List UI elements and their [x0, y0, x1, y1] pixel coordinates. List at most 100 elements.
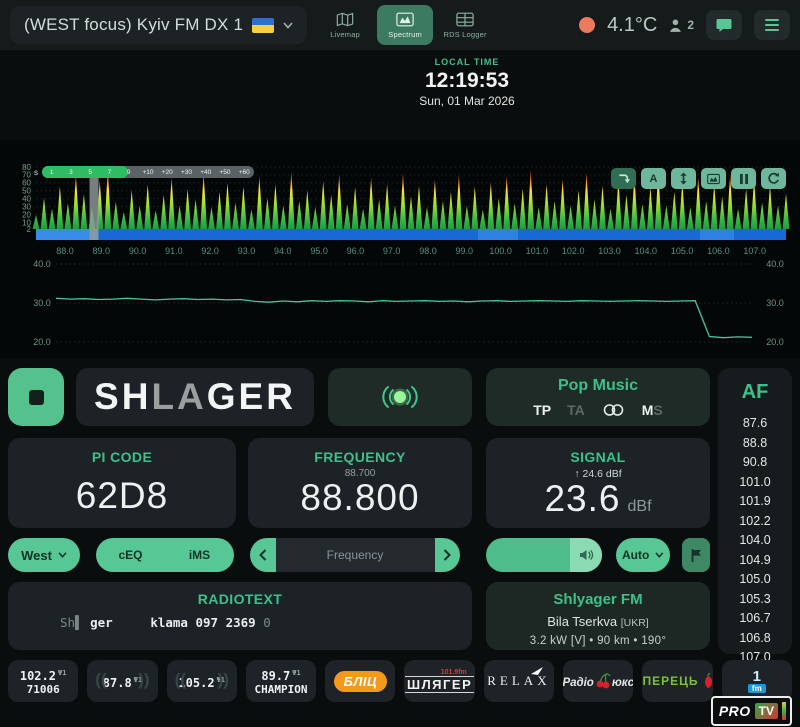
- chevron-right-icon: [444, 549, 452, 561]
- af-frequency[interactable]: 101.0: [718, 473, 792, 493]
- af-frequency[interactable]: 106.7: [718, 609, 792, 629]
- frequency-down-button[interactable]: [250, 538, 276, 572]
- pause-button[interactable]: [731, 168, 756, 189]
- nav-rds-logger[interactable]: RDS Logger: [437, 5, 493, 45]
- frequency-input[interactable]: [275, 538, 435, 572]
- broadcast-waves-icon: ((: [174, 670, 186, 690]
- top-bar: (WEST focus) Kyiv FM DX 1 Livemap Spectr…: [0, 0, 800, 50]
- table-grid-icon: [456, 12, 474, 26]
- ceq-button[interactable]: cEQ: [96, 548, 165, 562]
- mode-select[interactable]: Auto: [616, 538, 670, 572]
- preset-relax[interactable]: RELAX: [483, 660, 555, 702]
- svg-text:40.0: 40.0: [766, 259, 784, 269]
- preset-102.2[interactable]: 102.2 Ψ1 71006: [8, 660, 79, 702]
- preset-87.8[interactable]: (()) 87.8 Ψ1: [87, 660, 158, 702]
- pi-value: 62D8: [75, 475, 169, 516]
- svg-text:2: 2: [27, 225, 32, 234]
- preset-89.7[interactable]: 89.7 Ψ1 CHAMPION: [245, 660, 317, 702]
- ms-flag: MS: [641, 402, 663, 418]
- flag-icon: [691, 548, 701, 562]
- slider-tick: +20: [161, 168, 173, 176]
- slider-tick: +60: [238, 168, 250, 176]
- clock-label: LOCAL TIME: [434, 57, 500, 67]
- report-flag-button[interactable]: [682, 538, 710, 572]
- slider-tick: +10: [142, 168, 154, 176]
- slider-tick: 7: [107, 168, 112, 176]
- vertical-zoom-button[interactable]: [671, 168, 696, 189]
- signal-unit: dBf: [627, 498, 652, 515]
- slider-tick: 1: [49, 168, 54, 176]
- bird-icon: [531, 667, 544, 675]
- slider-tick: +40: [200, 168, 212, 176]
- refresh-icon: [768, 172, 780, 184]
- af-panel: AF 87.6 88.8 90.8 101.0 101.9 102.2 104.0 104.9…: [718, 368, 792, 664]
- preset-perets[interactable]: ПЕРЕЦЬ: [642, 660, 713, 702]
- slider-tick: 9: [126, 168, 131, 176]
- chevron-left-icon: [258, 549, 266, 561]
- preset-lux[interactable]: Радіо юкс: [563, 660, 634, 702]
- af-frequency[interactable]: 90.8: [718, 453, 792, 473]
- af-title: AF: [741, 381, 769, 403]
- speaker-icon: [579, 550, 593, 560]
- auto-scale-button[interactable]: A: [641, 168, 666, 189]
- server-title-selector[interactable]: (WEST focus) Kyiv FM DX 1: [10, 6, 308, 44]
- ims-button[interactable]: iMS: [165, 548, 234, 562]
- follow-tuning-button[interactable]: [611, 168, 636, 189]
- clock-time: 12:19:53: [424, 69, 510, 92]
- pepper-icon: [704, 673, 712, 688]
- menu-button[interactable]: [754, 10, 790, 40]
- antenna-select[interactable]: West: [8, 538, 80, 572]
- ukraine-flag-icon: [252, 17, 275, 33]
- arrows-vertical-icon: [680, 172, 687, 185]
- af-frequency[interactable]: 101.9: [718, 492, 792, 512]
- graph-style-button[interactable]: [701, 168, 726, 189]
- station-country: [UKR]: [620, 617, 649, 629]
- antenna-icon: Ψ1: [57, 669, 67, 677]
- preset-shlyager[interactable]: 101.9fm ШЛЯГЕР: [404, 660, 475, 702]
- af-frequency[interactable]: 105.3: [718, 590, 792, 610]
- nav-livemap[interactable]: Livemap: [317, 5, 373, 45]
- af-frequency[interactable]: 105.0: [718, 570, 792, 590]
- af-frequency[interactable]: 102.2: [718, 512, 792, 532]
- spectrum-scale-slider[interactable]: s 1 3 5 7 9 +10 +20 +30 +40 +50 +60: [34, 166, 254, 178]
- svg-text:20.0: 20.0: [766, 337, 784, 347]
- af-frequency[interactable]: 87.6: [718, 414, 792, 434]
- refresh-button[interactable]: [761, 168, 786, 189]
- server-title: (WEST focus) Kyiv FM DX 1: [24, 15, 244, 34]
- chat-button[interactable]: [706, 10, 742, 40]
- volume-slider[interactable]: [486, 538, 602, 572]
- preset-105.2[interactable]: (()) 105.2 Ψ1: [166, 660, 237, 702]
- map-icon: [336, 12, 354, 26]
- eq-ims-toggle: cEQ iMS: [96, 538, 234, 572]
- frequency-up-button[interactable]: [434, 538, 460, 572]
- chart-icon: [707, 173, 720, 184]
- svg-text:40.0: 40.0: [33, 259, 51, 269]
- slider-track[interactable]: 1 3 5 7 9 +10 +20 +30 +40 +50 +60: [42, 166, 254, 178]
- af-frequency[interactable]: 104.9: [718, 551, 792, 571]
- arrow-turn-down-icon: [619, 174, 630, 184]
- tp-flag: TP: [533, 402, 552, 418]
- pi-title: PI CODE: [91, 449, 153, 465]
- signal-history-graph: 40.0 40.0 30.0 30.0 20.0 20.0: [33, 259, 784, 347]
- protv-logo: PRO TV: [710, 696, 792, 726]
- slider-tick: +30: [180, 168, 192, 176]
- status-dot: [579, 17, 596, 33]
- audio-play-stop-button[interactable]: [8, 368, 64, 426]
- stereo-broadcast-icon: [382, 386, 418, 408]
- nav-spectrum[interactable]: Spectrum: [377, 5, 434, 45]
- pi-code-panel: PI CODE 62D8: [8, 438, 236, 528]
- preset-blitz[interactable]: БЛІЦ: [325, 660, 396, 702]
- ta-flag: TA: [567, 402, 585, 418]
- station-info-panel: Shlyager FM Bila Tserkva [UKR] 3.2 kW [V…: [486, 582, 710, 650]
- pause-icon: [739, 173, 748, 184]
- rds-flags: TP TA MS: [486, 402, 710, 418]
- af-frequency[interactable]: 88.8: [718, 434, 792, 454]
- af-frequency[interactable]: 104.0: [718, 531, 792, 551]
- spectrum-toolbar: A: [611, 168, 786, 189]
- broadcast-waves-icon: ((: [95, 670, 107, 690]
- station-name: Shlyager FM: [553, 591, 643, 608]
- af-frequency[interactable]: 106.8: [718, 629, 792, 649]
- chevron-down-icon: [283, 21, 293, 29]
- preset-row: 102.2 Ψ1 71006(()) 87.8 Ψ1(()) 105.2 Ψ1 89.7 Ψ1 C…: [8, 660, 792, 702]
- volume-thumb[interactable]: [570, 538, 602, 572]
